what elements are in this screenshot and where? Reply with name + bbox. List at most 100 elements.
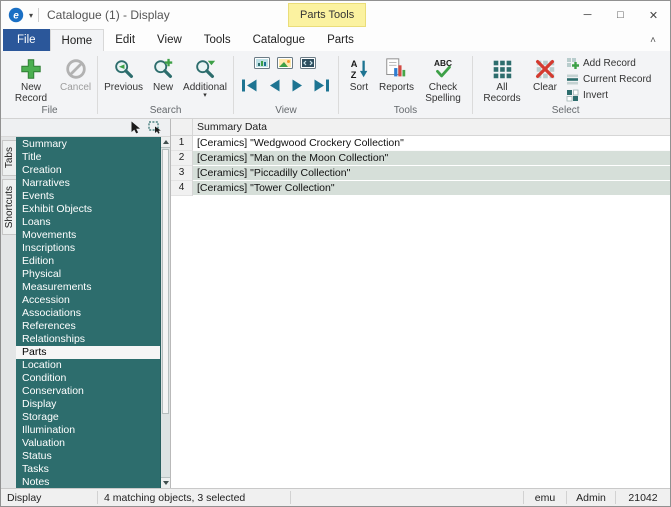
ribbon-group-label: Select: [476, 104, 655, 118]
sidebar-item-edition[interactable]: Edition: [16, 255, 160, 268]
tab-parts[interactable]: Parts: [316, 29, 365, 51]
tab-edit[interactable]: Edit: [104, 29, 146, 51]
close-button[interactable]: ✕: [637, 1, 670, 29]
sidebar-item-associations[interactable]: Associations: [16, 307, 160, 320]
ribbon-group-label: Search: [101, 104, 230, 118]
select-range-tool-icon[interactable]: [148, 121, 162, 134]
sidebar-item-inscriptions[interactable]: Inscriptions: [16, 242, 160, 255]
sidebar-item-parts[interactable]: Parts: [16, 346, 160, 359]
sidebar-item-conservation[interactable]: Conservation: [16, 385, 160, 398]
tab-view[interactable]: View: [146, 29, 193, 51]
sidebar-item-summary[interactable]: Summary: [16, 138, 160, 151]
table-row[interactable]: 2 [Ceramics] "Man on the Moon Collection…: [171, 151, 670, 166]
ribbon-separator: [338, 56, 339, 114]
sidebar-item-relationships[interactable]: Relationships: [16, 333, 160, 346]
content-area: Tabs Shortcuts Summary Title Creation Na…: [1, 119, 670, 488]
sidebar: Summary Title Creation Narratives Events…: [16, 137, 170, 488]
scroll-up-icon[interactable]: [161, 137, 170, 148]
row-number: 2: [171, 151, 193, 166]
ribbon-separator: [472, 56, 473, 114]
last-record-button[interactable]: [312, 77, 332, 93]
sidebar-item-references[interactable]: References: [16, 320, 160, 333]
summary-data-column-header[interactable]: Summary Data: [193, 119, 670, 135]
sidebar-item-storage[interactable]: Storage: [16, 411, 160, 424]
row-number-column-header: [171, 119, 193, 135]
ribbon-collapse-icon[interactable]: ˄: [644, 33, 662, 48]
row-summary-text: [Ceramics] "Wedgwood Crockery Collection…: [193, 136, 670, 151]
sidebar-scrollbar[interactable]: [160, 137, 170, 488]
select-current-record-button[interactable]: Current Record: [564, 72, 653, 87]
sidebar-item-measurements[interactable]: Measurements: [16, 281, 160, 294]
tab-tools[interactable]: Tools: [193, 29, 242, 51]
ribbon-group-label: File: [5, 104, 94, 118]
sidebar-item-exhibit-objects[interactable]: Exhibit Objects: [16, 203, 160, 216]
sidebar-item-physical[interactable]: Physical: [16, 268, 160, 281]
sidebar-item-status[interactable]: Status: [16, 450, 160, 463]
sidebar-item-creation[interactable]: Creation: [16, 164, 160, 177]
pointer-tool-icon[interactable]: [129, 121, 141, 134]
sidebar-item-title[interactable]: Title: [16, 151, 160, 164]
row-summary-text: [Ceramics] "Piccadilly Collection": [193, 166, 670, 181]
tab-home[interactable]: Home: [50, 29, 105, 51]
view-media-button[interactable]: [276, 55, 296, 72]
ribbon-group-label: View: [237, 104, 335, 118]
sidebar-item-loans[interactable]: Loans: [16, 216, 160, 229]
status-selection-summary: 4 matching objects, 3 selected: [98, 489, 290, 506]
minimize-button[interactable]: ─: [571, 1, 604, 29]
view-details-button[interactable]: [299, 55, 319, 72]
previous-record-button[interactable]: [264, 77, 284, 93]
scroll-down-icon[interactable]: [161, 477, 170, 488]
sidebar-item-events[interactable]: Events: [16, 190, 160, 203]
invert-selection-icon: [566, 89, 579, 102]
sidebar-tab-list: Summary Title Creation Narratives Events…: [16, 137, 160, 488]
table-row[interactable]: 3 [Ceramics] "Piccadilly Collection": [171, 166, 670, 181]
vertical-tab-shortcuts[interactable]: Shortcuts: [2, 179, 16, 235]
sidebar-item-condition[interactable]: Condition: [16, 372, 160, 385]
contextual-tab-parts-tools: Parts Tools: [288, 3, 366, 27]
sidebar-item-tasks[interactable]: Tasks: [16, 463, 160, 476]
sidebar-item-location[interactable]: Location: [16, 359, 160, 372]
status-database: emu: [524, 489, 566, 506]
ribbon-tab-row: File Home Edit View Tools Catalogue Part…: [1, 29, 670, 51]
sidebar-item-illumination[interactable]: Illumination: [16, 424, 160, 437]
first-record-button[interactable]: [240, 77, 260, 93]
cancel-icon: [64, 55, 88, 82]
maximize-button[interactable]: □: [604, 1, 637, 29]
cancel-button[interactable]: Cancel: [57, 53, 94, 93]
ribbon-group-view: View: [235, 52, 337, 118]
scrollbar-thumb[interactable]: [162, 149, 169, 414]
previous-record-icon: [267, 79, 281, 92]
tab-file[interactable]: File: [3, 29, 50, 51]
status-user: Admin: [567, 489, 615, 506]
table-row[interactable]: 1 [Ceramics] "Wedgwood Crockery Collecti…: [171, 136, 670, 151]
sidebar-item-accession[interactable]: Accession: [16, 294, 160, 307]
results-table: Summary Data 1 [Ceramics] "Wedgwood Croc…: [171, 119, 670, 488]
search-previous-button[interactable]: Previous: [101, 53, 146, 93]
search-additional-button[interactable]: Additional ▾: [180, 53, 230, 99]
sidebar-item-display[interactable]: Display: [16, 398, 160, 411]
search-new-button[interactable]: New: [146, 53, 180, 93]
check-spelling-button[interactable]: ABC Check Spelling: [417, 53, 469, 104]
sidebar-item-narratives[interactable]: Narratives: [16, 177, 160, 190]
svg-text:A: A: [351, 59, 358, 69]
sort-button[interactable]: A Z Sort: [342, 53, 376, 93]
title-separator: [38, 8, 39, 22]
view-summary-button[interactable]: [253, 55, 273, 72]
vertical-tab-tabs[interactable]: Tabs: [2, 140, 16, 175]
new-record-button[interactable]: New Record: [5, 53, 57, 104]
quick-access-caret-icon[interactable]: ▾: [29, 11, 33, 20]
sidebar-item-movements[interactable]: Movements: [16, 229, 160, 242]
sidebar-item-notes[interactable]: Notes: [16, 476, 160, 488]
tab-catalogue[interactable]: Catalogue: [242, 29, 316, 51]
next-record-button[interactable]: [288, 77, 308, 93]
select-all-records-button[interactable]: All Records: [476, 53, 528, 104]
reports-button[interactable]: Reports: [376, 53, 417, 93]
next-record-icon: [291, 79, 305, 92]
table-row[interactable]: 4 [Ceramics] "Tower Collection": [171, 181, 670, 196]
sidebar-item-valuation[interactable]: Valuation: [16, 437, 160, 450]
select-clear-button[interactable]: Clear: [528, 53, 562, 93]
select-invert-button[interactable]: Invert: [564, 88, 653, 103]
select-add-record-button[interactable]: Add Record: [564, 56, 653, 71]
search-additional-icon: [193, 55, 217, 82]
search-new-icon: [151, 55, 175, 82]
